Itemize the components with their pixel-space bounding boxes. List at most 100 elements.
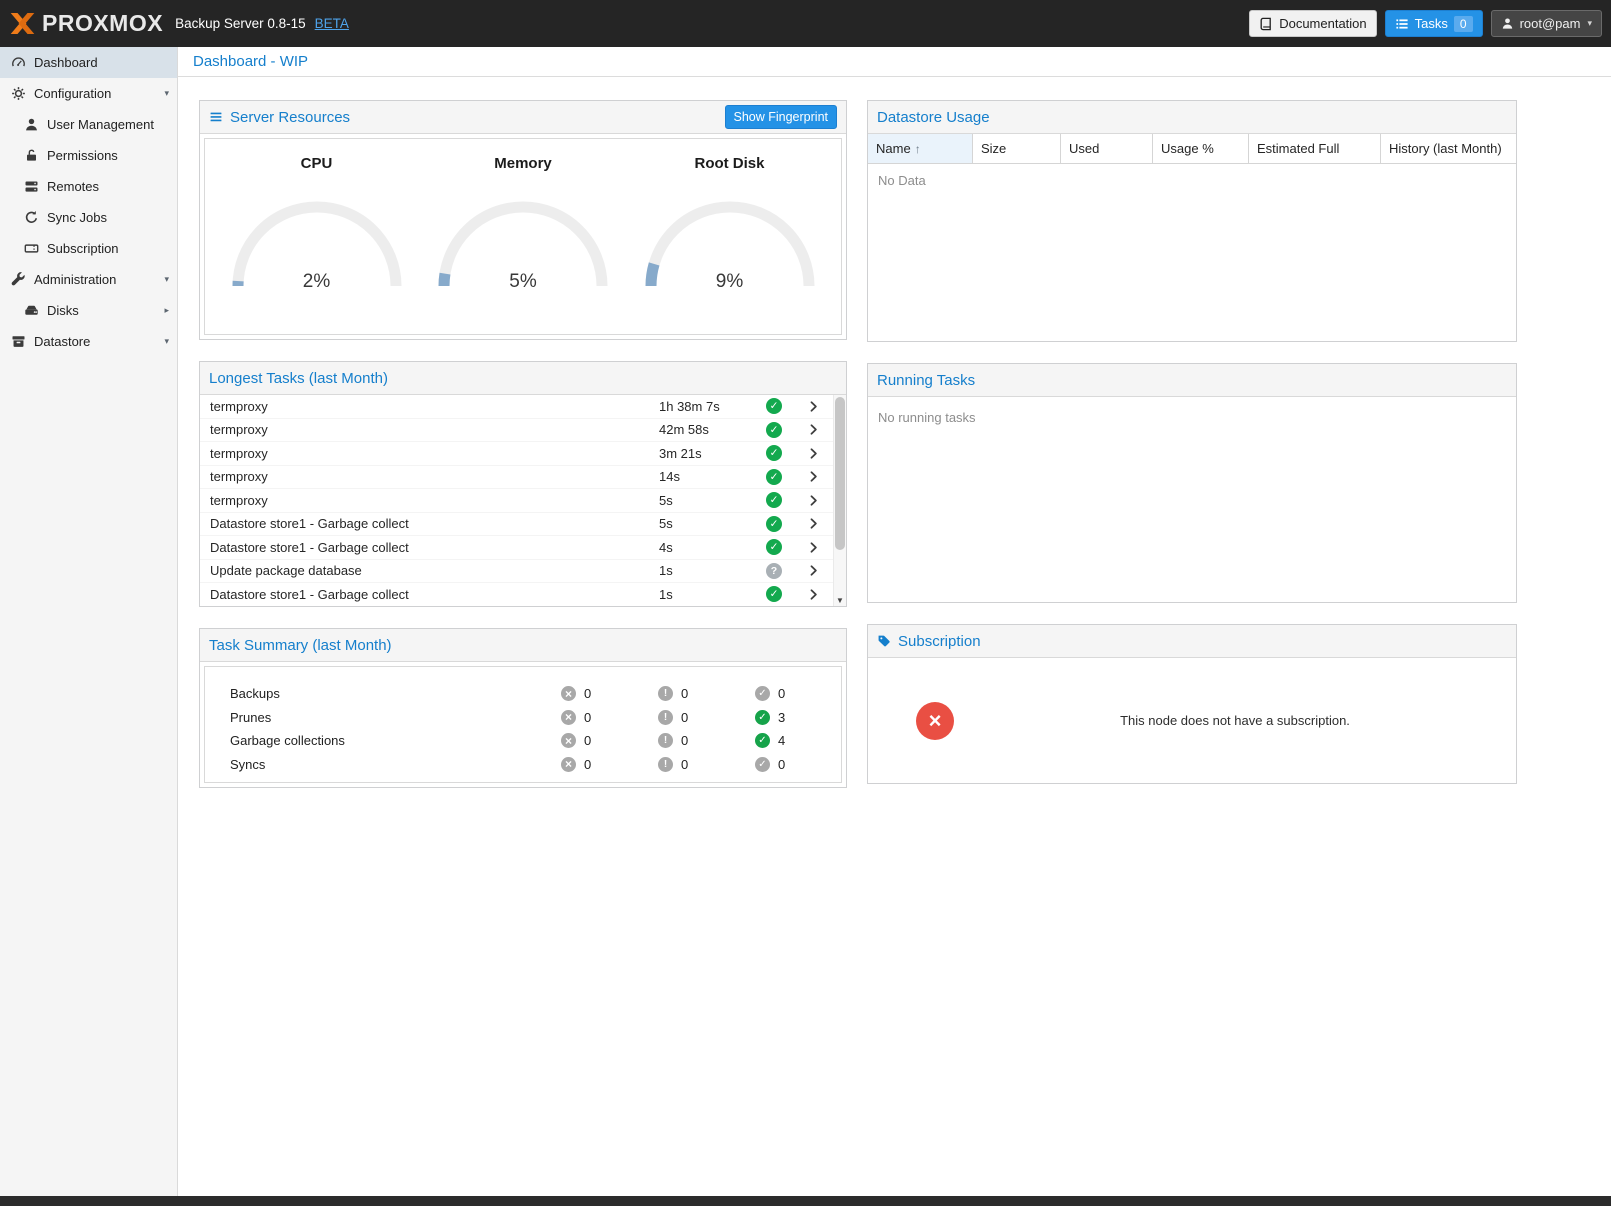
scrollbar-thumb[interactable] (835, 397, 845, 550)
task-name: termproxy (210, 399, 659, 414)
column-header-usage-pct[interactable]: Usage % (1153, 134, 1249, 163)
task-row[interactable]: Update package database 1s (200, 560, 833, 584)
task-status-icon (766, 586, 782, 602)
task-summary-table: Backups 0 0 0 Prunes 0 0 3 (204, 666, 842, 783)
hdd-icon (23, 303, 39, 319)
column-header-estimated-full[interactable]: Estimated Full (1249, 134, 1381, 163)
gauges-container: CPU 2% Memory (204, 138, 842, 335)
task-row[interactable]: termproxy 14s (200, 466, 833, 490)
sidebar-item-subscription[interactable]: Subscription (0, 233, 177, 264)
task-duration: 14s (659, 469, 755, 484)
unlock-icon (23, 148, 39, 164)
error-count: 0 (584, 710, 591, 725)
sidebar-item-permissions[interactable]: Permissions (0, 140, 177, 171)
task-duration: 4s (659, 540, 755, 555)
server-resources-panel: Server Resources Show Fingerprint CPU (199, 100, 847, 340)
subscription-message: This node does not have a subscription. (954, 713, 1516, 728)
wrench-icon (10, 272, 26, 288)
sidebar-item-disks[interactable]: Disks ▸ (0, 295, 177, 326)
task-duration: 42m 58s (659, 422, 755, 437)
chevron-right-icon[interactable] (807, 564, 820, 577)
error-circle-icon (561, 757, 576, 772)
panel-title: Subscription (898, 633, 981, 650)
task-row[interactable]: termproxy 3m 21s (200, 442, 833, 466)
column-header-history[interactable]: History (last Month) (1381, 134, 1516, 163)
documentation-label: Documentation (1279, 16, 1366, 31)
column-header-name[interactable]: Name↑ (868, 134, 973, 163)
task-name: termproxy (210, 493, 659, 508)
summary-label: Prunes (230, 710, 561, 725)
right-column: Datastore Usage Name↑ Size Used Usage % … (867, 100, 1517, 784)
chevron-right-icon[interactable] (807, 423, 820, 436)
root-disk-gauge: Root Disk 9% (635, 155, 825, 293)
summary-row: Prunes 0 0 3 (205, 706, 841, 730)
collapse-arrow-icon[interactable]: ▾ (164, 336, 169, 347)
error-circle-icon (561, 686, 576, 701)
chevron-right-icon[interactable] (807, 588, 820, 601)
task-row[interactable]: Datastore store1 - Garbage collect 4s (200, 536, 833, 560)
brand-text: PROXMOX (42, 10, 163, 37)
documentation-button[interactable]: Documentation (1249, 10, 1376, 37)
task-row[interactable]: Datastore store1 - Garbage collect 5s (200, 513, 833, 537)
column-header-size[interactable]: Size (973, 134, 1061, 163)
archive-icon (10, 334, 26, 350)
sidebar-item-sync-jobs[interactable]: Sync Jobs (0, 202, 177, 233)
error-count: 0 (584, 757, 591, 772)
warning-count: 0 (681, 733, 688, 748)
ok-count: 3 (778, 710, 785, 725)
scroll-down-arrow-icon[interactable]: ▼ (834, 596, 846, 605)
user-label: root@pam (1520, 16, 1581, 31)
chevron-right-icon[interactable] (807, 517, 820, 530)
ok-count: 0 (778, 757, 785, 772)
sidebar-item-label: Datastore (34, 334, 90, 349)
user-menu-button[interactable]: root@pam ▾ (1491, 10, 1602, 37)
tasks-button[interactable]: Tasks 0 (1385, 10, 1483, 37)
task-name: Datastore store1 - Garbage collect (210, 516, 659, 531)
chevron-right-icon[interactable] (807, 541, 820, 554)
task-row[interactable]: termproxy 1h 38m 7s (200, 395, 833, 419)
task-summary-panel: Task Summary (last Month) Backups 0 0 0 (199, 628, 847, 788)
chevron-right-icon[interactable] (807, 494, 820, 507)
task-row[interactable]: Datastore store1 - Garbage collect 1s (200, 583, 833, 606)
memory-gauge: Memory 5% (428, 155, 618, 293)
sidebar-item-label: Administration (34, 272, 116, 287)
gears-icon (10, 86, 26, 102)
task-row[interactable]: termproxy 42m 58s (200, 419, 833, 443)
task-list-icon (1395, 17, 1409, 31)
task-duration: 5s (659, 516, 755, 531)
warning-circle-icon (658, 710, 673, 725)
task-list: termproxy 1h 38m 7s termproxy 42m 58s (200, 395, 833, 606)
show-fingerprint-button[interactable]: Show Fingerprint (725, 105, 838, 129)
sidebar-item-label: User Management (47, 117, 154, 132)
chevron-right-icon[interactable] (807, 400, 820, 413)
chevron-right-icon[interactable] (807, 470, 820, 483)
sidebar-item-label: Configuration (34, 86, 111, 101)
sidebar-item-user-management[interactable]: User Management (0, 109, 177, 140)
warning-circle-icon (658, 757, 673, 772)
sidebar-item-dashboard[interactable]: Dashboard (0, 47, 177, 78)
task-status-icon (766, 516, 782, 532)
sidebar-item-datastore[interactable]: Datastore ▾ (0, 326, 177, 357)
sidebar-item-administration[interactable]: Administration ▾ (0, 264, 177, 295)
collapse-arrow-icon[interactable]: ▾ (164, 88, 169, 99)
chevron-right-icon[interactable] (807, 447, 820, 460)
sidebar-item-label: Dashboard (34, 55, 98, 70)
collapse-arrow-icon[interactable]: ▾ (164, 274, 169, 285)
sidebar-item-remotes[interactable]: Remotes (0, 171, 177, 202)
user-icon (23, 117, 39, 133)
ok-circle-icon (755, 686, 770, 701)
task-status-icon (766, 398, 782, 414)
panel-title: Task Summary (last Month) (209, 637, 392, 654)
server-icon (23, 179, 39, 195)
expand-arrow-icon[interactable]: ▸ (164, 305, 169, 316)
task-row[interactable]: termproxy 5s (200, 489, 833, 513)
warning-count: 0 (681, 686, 688, 701)
warning-circle-icon (658, 733, 673, 748)
gauge-label: Root Disk (694, 155, 764, 172)
beta-link[interactable]: BETA (315, 16, 349, 31)
sidebar-item-configuration[interactable]: Configuration ▾ (0, 78, 177, 109)
scrollbar[interactable]: ▼ (833, 395, 846, 606)
ok-circle-icon (755, 733, 770, 748)
gauge-value: 2% (227, 271, 407, 293)
column-header-used[interactable]: Used (1061, 134, 1153, 163)
